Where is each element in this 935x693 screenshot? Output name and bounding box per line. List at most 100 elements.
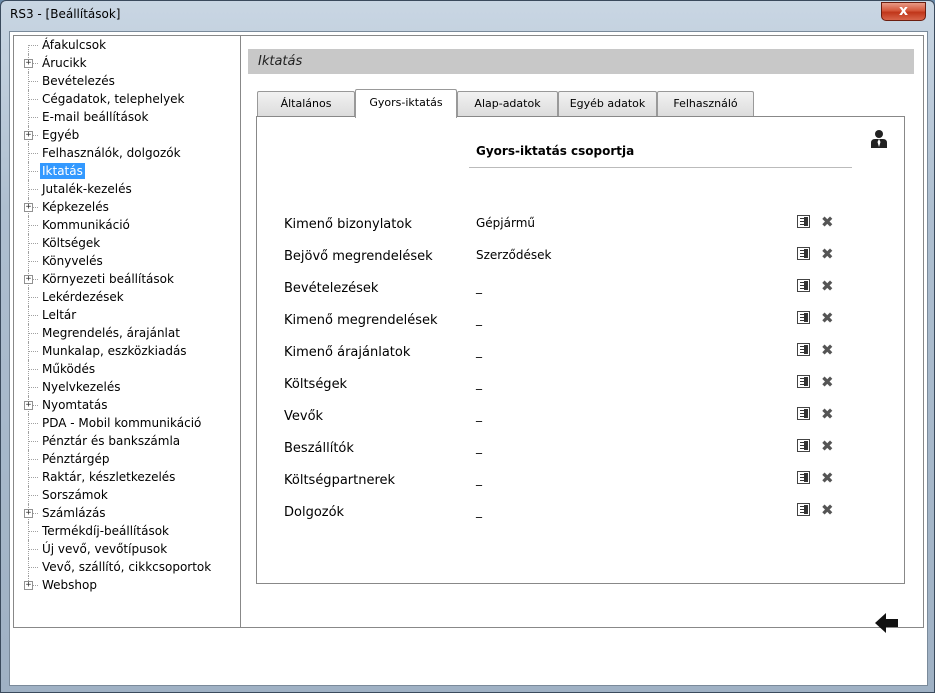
sidebar-item[interactable]: + Képkezelés: [14, 198, 240, 216]
sidebar-item[interactable]: Bevételezés: [14, 72, 240, 90]
tab[interactable]: Felhasználó: [657, 91, 754, 116]
sidebar-item[interactable]: Jutalék-kezelés: [14, 180, 240, 198]
edit-list-icon[interactable]: [797, 375, 810, 388]
tree-line: [29, 243, 38, 244]
edit-list-icon[interactable]: [797, 279, 810, 292]
sidebar-item[interactable]: + Egyéb: [14, 126, 240, 144]
delete-x-icon[interactable]: ✖: [821, 277, 834, 295]
sidebar-item[interactable]: + Árucikk: [14, 54, 240, 72]
edit-list-icon[interactable]: [797, 407, 810, 420]
tree-line: [29, 297, 38, 298]
edit-list-icon[interactable]: [797, 311, 810, 324]
delete-x-icon[interactable]: ✖: [821, 469, 834, 487]
tree-line: [29, 117, 38, 118]
edit-list-icon[interactable]: [797, 215, 810, 228]
edit-list-icon[interactable]: [797, 503, 810, 516]
sidebar-item[interactable]: Cégadatok, telephelyek: [14, 90, 240, 108]
sidebar-item[interactable]: Sorszámok: [14, 486, 240, 504]
sidebar-item[interactable]: + Környezeti beállítások: [14, 270, 240, 288]
sidebar-item[interactable]: Könyvelés: [14, 252, 240, 270]
row-label: Kimenő megrendelések: [284, 313, 438, 328]
sidebar-item[interactable]: Megrendelés, árajánlat: [14, 324, 240, 342]
iktatas-row: Kimenő megrendelések _ ✖: [257, 306, 904, 338]
sidebar-item[interactable]: Pénztár és bankszámla: [14, 432, 240, 450]
sidebar-item[interactable]: Működés: [14, 360, 240, 378]
tree-line: [29, 45, 38, 46]
iktatas-row: Vevők _ ✖: [257, 402, 904, 434]
sidebar-item[interactable]: Költségek: [14, 234, 240, 252]
delete-x-icon[interactable]: ✖: [821, 245, 834, 263]
tree-line: [29, 549, 38, 550]
sidebar-item[interactable]: Új vevő, vevőtípusok: [14, 540, 240, 558]
sidebar-item[interactable]: Munkalap, eszközkiadás: [14, 342, 240, 360]
edit-list-icon[interactable]: [797, 439, 810, 452]
delete-x-icon[interactable]: ✖: [821, 437, 834, 455]
expand-plus-icon[interactable]: +: [24, 509, 33, 518]
edit-list-icon[interactable]: [797, 471, 810, 484]
row-group-value: _: [476, 280, 482, 294]
sidebar-item-label: Lekérdezések: [42, 290, 124, 304]
sidebar-item[interactable]: Áfakulcsok: [14, 36, 240, 54]
edit-list-icon[interactable]: [797, 343, 810, 356]
tab[interactable]: Gyors-iktatás: [355, 89, 457, 118]
sidebar-item-label: Megrendelés, árajánlat: [42, 326, 180, 340]
sidebar-item[interactable]: Kommunikáció: [14, 216, 240, 234]
sidebar-item[interactable]: Raktár, készletkezelés: [14, 468, 240, 486]
tab[interactable]: Egyéb adatok: [558, 91, 657, 116]
sidebar-item[interactable]: Felhasználók, dolgozók: [14, 144, 240, 162]
row-label: Költségpartnerek: [284, 473, 396, 488]
sidebar-item[interactable]: PDA - Mobil kommunikáció: [14, 414, 240, 432]
iktatas-row: Bevételezések _ ✖: [257, 274, 904, 306]
iktatas-row: Kimenő bizonylatok Gépjármű ✖: [257, 210, 904, 242]
sidebar-item[interactable]: Pénztárgép: [14, 450, 240, 468]
delete-x-icon[interactable]: ✖: [821, 213, 834, 231]
iktatas-row: Kimenő árajánlatok _ ✖: [257, 338, 904, 370]
expand-plus-icon[interactable]: +: [24, 131, 33, 140]
sidebar-item-label: Nyomtatás: [42, 398, 108, 412]
expand-plus-icon[interactable]: +: [24, 275, 33, 284]
sidebar-item[interactable]: + Webshop: [14, 576, 240, 594]
delete-x-icon[interactable]: ✖: [821, 501, 834, 519]
row-group-value: _: [476, 344, 482, 358]
sidebar-item-label: Kommunikáció: [42, 218, 130, 232]
row-group-value: Gépjármű: [476, 216, 536, 230]
tree-line: [29, 531, 38, 532]
close-button[interactable]: x: [881, 2, 926, 21]
expand-plus-icon[interactable]: +: [24, 401, 33, 410]
expand-plus-icon[interactable]: +: [24, 59, 33, 68]
back-arrow-icon[interactable]: [874, 611, 900, 635]
row-label: Költségek: [284, 377, 348, 392]
row-group-value: _: [476, 312, 482, 326]
client-area: Áfakulcsok + Árucikk Bevételezés Cégadatok, …: [9, 31, 928, 686]
row-group-value: _: [476, 440, 482, 454]
tab[interactable]: Alap-adatok: [457, 91, 558, 116]
expand-plus-icon[interactable]: +: [24, 203, 33, 212]
tree-line: [29, 567, 38, 568]
iktatas-row: Költségpartnerek _ ✖: [257, 466, 904, 498]
sidebar-item-label: Egyéb: [42, 128, 80, 142]
row-group-value: _: [476, 408, 482, 422]
delete-x-icon[interactable]: ✖: [821, 309, 834, 327]
sidebar-item[interactable]: Iktatás: [14, 162, 240, 180]
sidebar-item-label: Webshop: [42, 578, 97, 592]
delete-x-icon[interactable]: ✖: [821, 405, 834, 423]
user-settings-icon[interactable]: [869, 129, 889, 149]
delete-x-icon[interactable]: ✖: [821, 373, 834, 391]
tree-line: [29, 99, 38, 100]
edit-list-icon[interactable]: [797, 247, 810, 260]
section-header: Iktatás: [248, 49, 914, 74]
sidebar-item-label: Pénztárgép: [42, 452, 110, 466]
sidebar-item[interactable]: Nyelvkezelés: [14, 378, 240, 396]
sidebar-item[interactable]: E-mail beállítások: [14, 108, 240, 126]
sidebar-item[interactable]: + Számlázás: [14, 504, 240, 522]
sidebar-item[interactable]: Termékdíj-beállítások: [14, 522, 240, 540]
sidebar-item[interactable]: Leltár: [14, 306, 240, 324]
sidebar-item[interactable]: + Nyomtatás: [14, 396, 240, 414]
delete-x-icon[interactable]: ✖: [821, 341, 834, 359]
sidebar-item[interactable]: Lekérdezések: [14, 288, 240, 306]
expand-plus-icon[interactable]: +: [24, 581, 33, 590]
sidebar-item[interactable]: Vevő, szállító, cikkcsoportok: [14, 558, 240, 576]
tab[interactable]: Általános: [257, 91, 355, 116]
sidebar-item-label: Munkalap, eszközkiadás: [42, 344, 187, 358]
sidebar-item-label: Raktár, készletkezelés: [42, 470, 176, 484]
